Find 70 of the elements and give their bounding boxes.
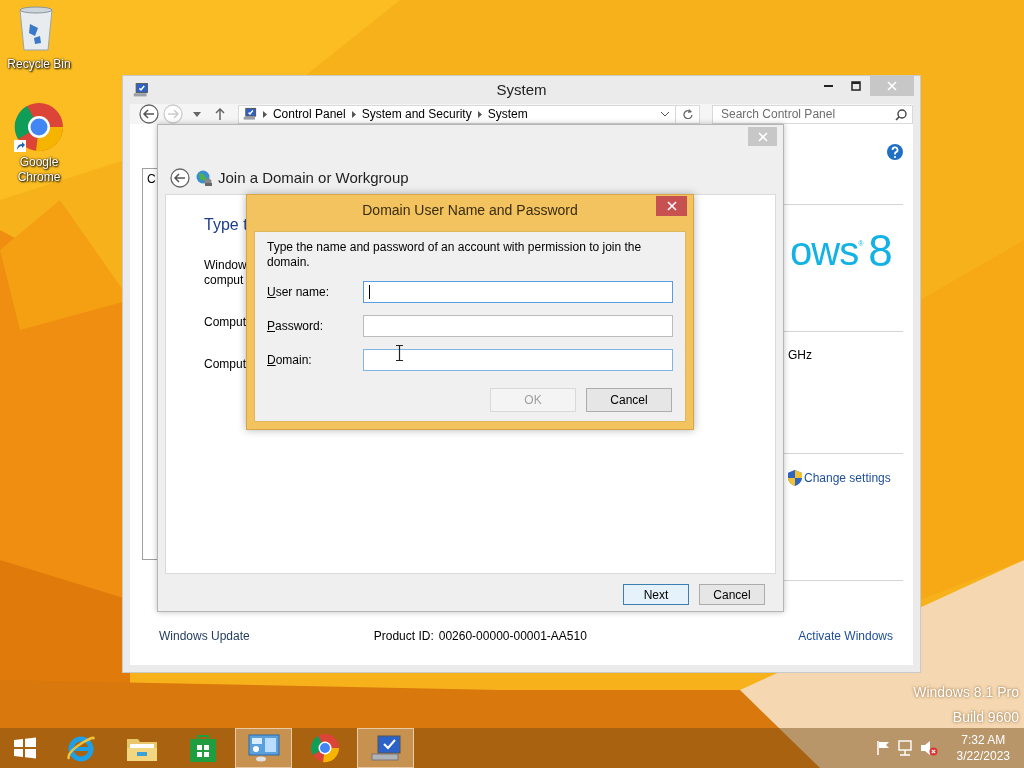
field-label: Password:: [267, 319, 325, 333]
body-text: comput: [204, 273, 244, 288]
change-settings-link[interactable]: Change settings: [804, 471, 891, 485]
browser-icon: [65, 733, 96, 763]
chevron-icon: [262, 110, 267, 118]
network-icon[interactable]: [896, 740, 913, 756]
globe-icon: [196, 169, 212, 186]
caret-icon: [192, 111, 201, 117]
taskbar-button[interactable]: [235, 728, 292, 768]
chevron-icon: [477, 110, 482, 118]
field-label: User name:: [267, 285, 331, 299]
flag-icon[interactable]: [875, 740, 890, 756]
windows-update-link[interactable]: Windows Update: [159, 629, 250, 643]
dialog-title: Domain User Name and Password: [361, 202, 579, 218]
speaker-muted-icon[interactable]: [919, 740, 938, 756]
body-text: Comput: [204, 357, 247, 372]
help-icon[interactable]: [887, 144, 903, 160]
close-icon: [757, 131, 768, 142]
product-id-label: Product ID:: [373, 629, 434, 643]
refresh-button[interactable]: [676, 104, 700, 124]
minimize-icon: [823, 85, 833, 87]
cancel-button[interactable]: Cancel: [586, 388, 672, 412]
back-icon: [170, 167, 190, 188]
product-id-value: 00260-00000-00001-AA510: [438, 629, 587, 643]
shopping-bag-icon: [188, 733, 217, 763]
next-button[interactable]: Next: [623, 584, 689, 605]
activate-windows-link[interactable]: Activate Windows: [798, 629, 893, 643]
text-caret: [369, 285, 371, 299]
address-bar[interactable]: Control Panel System and Security System: [237, 104, 677, 124]
wizard-title: Join a Domain or Workgroup: [218, 169, 409, 186]
maximize-icon: [851, 81, 861, 91]
cancel-button[interactable]: Cancel: [699, 584, 765, 605]
windows-logo-icon: [13, 736, 37, 760]
shortcut-arrow-icon: [14, 140, 26, 152]
body-text: Comput: [204, 315, 247, 330]
taskbar-button[interactable]: [357, 728, 414, 768]
input-field[interactable]: [363, 281, 673, 303]
breadcrumb-item[interactable]: Control Panel: [272, 107, 346, 121]
close-icon: [666, 201, 677, 211]
search-icon: [895, 108, 907, 121]
chevron-icon: [351, 110, 356, 118]
back-button[interactable]: [170, 168, 190, 187]
back-button[interactable]: [139, 105, 159, 123]
monitor-icon: [242, 107, 257, 121]
shield-icon: [788, 470, 802, 486]
instruction-text: Type the name and password of an account with permission to join the domain.: [267, 240, 643, 270]
text-cursor-icon: [396, 345, 403, 361]
close-button[interactable]: [656, 196, 687, 216]
logo-text: 8: [868, 229, 892, 273]
control-panel-icon: [247, 734, 280, 762]
watermark-text: Build 9600: [952, 709, 1019, 726]
processor-text: GHz: [788, 348, 813, 362]
close-icon: [887, 81, 897, 91]
pane-text: C: [147, 172, 156, 186]
logo-text: ows: [790, 229, 859, 273]
caret-icon: [661, 111, 670, 117]
watermark-text: Windows 8.1 Pro: [913, 684, 1019, 701]
window-title: System: [496, 81, 547, 98]
input-field[interactable]: [363, 315, 673, 337]
breadcrumb-item[interactable]: System: [487, 107, 528, 121]
monitor-icon: [133, 82, 149, 98]
breadcrumb-item[interactable]: System and Security: [361, 107, 472, 121]
monitor-icon: [369, 734, 402, 762]
field-label: Domain:: [267, 353, 313, 367]
search-field[interactable]: Search Control Panel: [712, 104, 913, 124]
browser-icon: [309, 733, 340, 763]
refresh-icon: [682, 109, 693, 119]
up-arrow-icon: [215, 108, 226, 120]
input-field[interactable]: [363, 349, 673, 371]
body-text: Window: [204, 258, 247, 273]
